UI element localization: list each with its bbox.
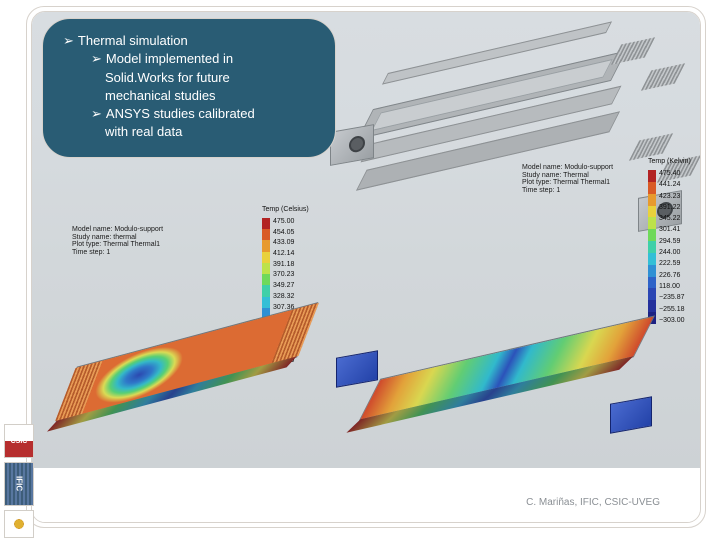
study-info-left: Model name: Modulo-support Study name: t… — [72, 226, 182, 257]
slide: Model name: Modulo-support Study name: t… — [0, 0, 720, 540]
legend-title: Temp (Kelvin) — [648, 158, 691, 165]
color-legend-right: Temp (Kelvin) 475.40 441.24 423.23 391.2… — [648, 170, 685, 324]
panel-inner-border: Model name: Modulo-support Study name: t… — [31, 11, 701, 523]
triangle-bullet-icon: ➢ — [91, 51, 102, 66]
info-line: Study name: Thermal — [522, 172, 642, 180]
heatsink-fin — [611, 37, 655, 64]
info-line: Time step: 1 — [522, 187, 642, 195]
info-line: Model name: Modulo-support — [522, 164, 642, 172]
summary-callout: ➢ Thermal simulation ➢ Model implemented i… — [42, 18, 336, 158]
callout-text: mechanical studies — [63, 88, 315, 104]
attribution: C. Mariñas, IFIC, CSIC-UVEG — [526, 497, 660, 508]
triangle-bullet-icon: ➢ — [91, 106, 102, 121]
callout-text: Model implemented in — [106, 51, 233, 66]
study-info-right: Model name: Modulo-support Study name: T… — [522, 164, 642, 195]
info-line: Time step: 1 — [72, 249, 182, 257]
triangle-bullet-icon: ➢ — [63, 33, 74, 48]
heatsink-fin — [629, 133, 673, 160]
legend-colorbar — [648, 170, 656, 324]
ific-logo: IFIC — [4, 462, 34, 506]
legend-labels: 475.40 441.24 423.23 391.22 345.22 301.4… — [659, 170, 685, 324]
cold-block-right — [610, 396, 652, 433]
panel-outer-border: Model name: Modulo-support Study name: t… — [26, 6, 706, 528]
csic-logo: CSIC — [4, 424, 34, 458]
info-line: Study name: thermal — [72, 234, 182, 242]
cold-block-left — [336, 350, 378, 387]
thermal-plate-left — [56, 302, 319, 422]
legend-title: Temp (Celsius) — [262, 206, 309, 213]
callout-text: Solid.Works for future — [63, 70, 315, 86]
callout-text: ANSYS studies calibrated — [106, 106, 255, 121]
callout-text: with real data — [63, 124, 315, 140]
uv-logo — [4, 510, 34, 538]
callout-text: Thermal simulation — [78, 33, 188, 48]
info-line: Plot type: Thermal Thermal1 — [72, 241, 182, 249]
info-line: Model name: Modulo-support — [72, 226, 182, 234]
heatsink-fin — [641, 63, 685, 90]
info-line: Plot type: Thermal Thermal1 — [522, 179, 642, 187]
